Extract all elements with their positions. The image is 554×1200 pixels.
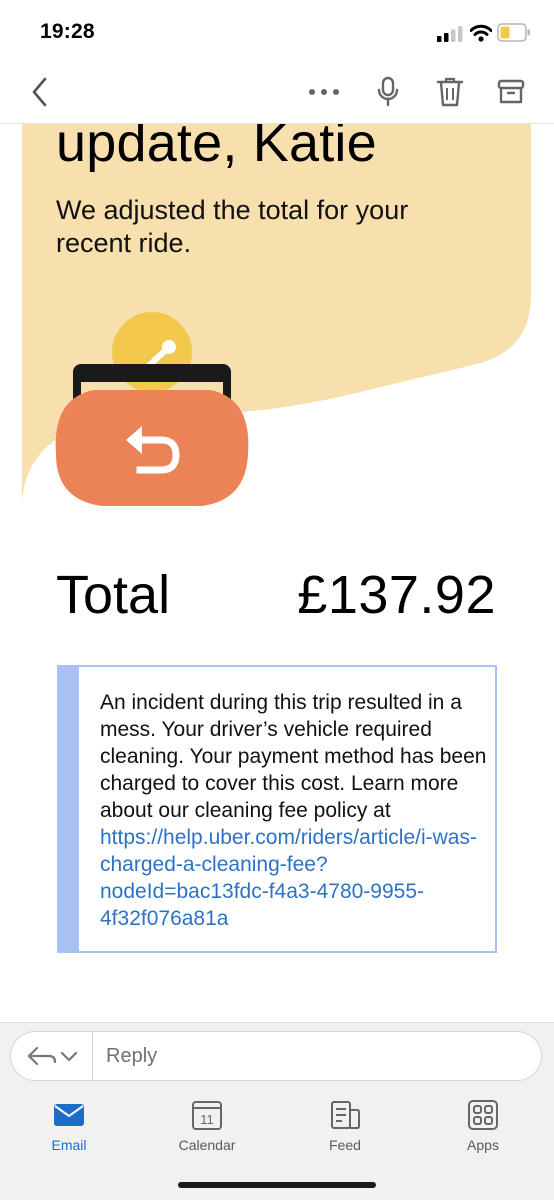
bottom-panel: Reply Email 11 Calendar Feed Apps <box>0 1022 554 1200</box>
reply-input[interactable]: Reply <box>106 1045 157 1068</box>
notice-text: An incident during this trip resulted in… <box>100 689 490 932</box>
status-bar: 19:28 <box>0 0 554 62</box>
more-button[interactable] <box>304 72 344 112</box>
chevron-left-icon <box>32 77 47 107</box>
reply-arrow-icon[interactable] <box>25 1042 85 1070</box>
tab-apps[interactable]: Apps <box>438 1099 528 1159</box>
tab-email[interactable]: Email <box>24 1099 114 1159</box>
tab-feed-label: Feed <box>329 1137 361 1153</box>
tab-feed[interactable]: Feed <box>300 1099 390 1159</box>
battery-low-icon <box>497 23 530 42</box>
total-label: Total <box>56 565 171 625</box>
reply-divider <box>92 1032 93 1080</box>
wifi-icon <box>470 24 492 42</box>
home-indicator <box>178 1182 376 1188</box>
archive-icon <box>497 79 525 104</box>
hero-text: We adjusted the total for your recent ri… <box>56 195 409 258</box>
apps-grid-icon <box>468 1100 498 1130</box>
hero-title: update, Katie <box>56 124 377 173</box>
notice-body: An incident during this trip resulted in… <box>100 691 487 822</box>
cellular-signal-icon <box>437 26 463 42</box>
tab-email-label: Email <box>51 1137 87 1153</box>
microphone-icon <box>377 76 399 107</box>
email-body[interactable]: update, Katie We adjusted the total for … <box>0 124 554 1022</box>
more-dots-icon <box>309 89 339 95</box>
tab-calendar-label: Calendar <box>178 1137 236 1153</box>
tab-calendar[interactable]: 11 Calendar <box>162 1099 252 1159</box>
feed-icon <box>331 1101 360 1129</box>
status-time: 19:28 <box>40 20 95 43</box>
chevron-down-icon <box>60 1051 78 1062</box>
calendar-day-badge: 11 <box>200 1112 214 1127</box>
archive-button[interactable] <box>491 72 531 112</box>
total-amount: £137.92 <box>297 565 496 625</box>
cleaning-fee-notice: An incident during this trip resulted in… <box>57 665 497 953</box>
cleaning-fee-policy-link[interactable]: https://help.uber.com/riders/article/i-w… <box>100 826 477 930</box>
email-icon <box>54 1104 84 1126</box>
mail-toolbar <box>0 62 554 124</box>
dictate-button[interactable] <box>368 72 408 112</box>
notice-accent-bar <box>59 667 79 951</box>
back-button[interactable] <box>20 72 60 112</box>
trash-icon <box>436 77 464 107</box>
reply-bar[interactable]: Reply <box>10 1031 542 1081</box>
delete-button[interactable] <box>430 72 470 112</box>
tab-apps-label: Apps <box>467 1137 499 1153</box>
calendar-icon: 11 <box>192 1101 222 1130</box>
